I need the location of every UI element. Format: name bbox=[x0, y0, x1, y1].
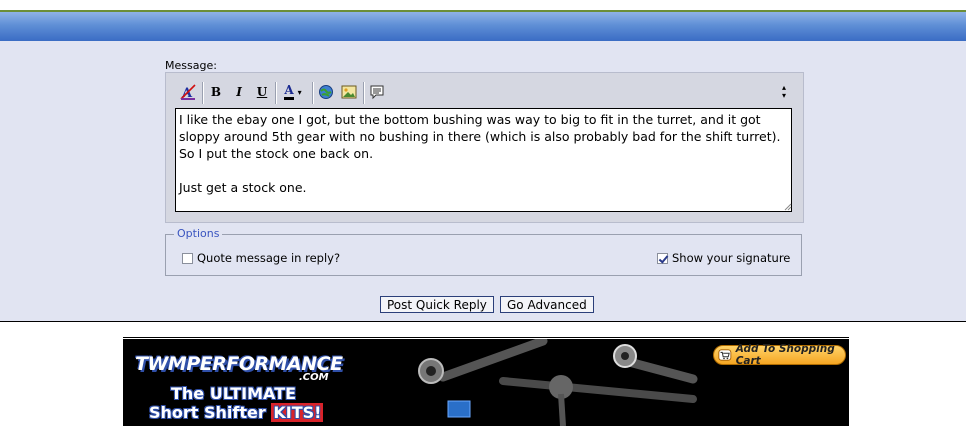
chevron-down-icon: ▾ bbox=[297, 87, 302, 97]
show-signature-label: Show your signature bbox=[672, 251, 791, 265]
message-editor: A B I U A ▾ bbox=[165, 72, 804, 223]
font-color-label: A bbox=[284, 84, 294, 100]
add-to-cart-button[interactable]: Add To Shopping Cart bbox=[713, 343, 846, 367]
go-advanced-button[interactable]: Go Advanced bbox=[500, 296, 594, 313]
textarea-resize-grip-icon[interactable] bbox=[783, 202, 792, 211]
quote-message-option[interactable]: Quote message in reply? bbox=[182, 251, 340, 265]
shopping-cart-icon bbox=[718, 349, 732, 361]
toolbar-separator bbox=[363, 82, 365, 104]
header-band bbox=[0, 12, 966, 41]
quote-message-checkbox[interactable] bbox=[182, 252, 193, 264]
add-to-cart-label: Add To Shopping Cart bbox=[735, 343, 835, 367]
banner-tagline-2: Short Shifter KITS! bbox=[149, 403, 324, 422]
resize-editor-icon[interactable]: ▴ ▾ bbox=[778, 83, 790, 101]
message-label: Message: bbox=[165, 59, 217, 72]
banner-kits-text: KITS! bbox=[271, 403, 324, 422]
editor-toolbar: A B I U A ▾ bbox=[169, 76, 800, 106]
banner-tagline-2-text: Short Shifter bbox=[149, 403, 272, 422]
message-textarea[interactable]: I like the ebay one I got, but the botto… bbox=[175, 108, 792, 212]
italic-button[interactable]: I bbox=[231, 83, 247, 101]
post-quick-reply-button[interactable]: Post Quick Reply bbox=[380, 296, 494, 313]
brand-logo-domain: .COM bbox=[299, 372, 329, 383]
banner-tagline-1: The ULTIMATE bbox=[171, 384, 297, 403]
quote-icon[interactable] bbox=[368, 83, 386, 101]
options-fieldset: Options Quote message in reply? Show you… bbox=[165, 227, 802, 276]
remove-format-icon[interactable]: A bbox=[179, 83, 197, 101]
insert-image-icon[interactable] bbox=[340, 83, 358, 101]
underline-button[interactable]: U bbox=[254, 83, 270, 101]
shifter-product-image bbox=[418, 339, 698, 426]
toolbar-separator bbox=[312, 82, 314, 104]
font-color-button[interactable]: A ▾ bbox=[280, 83, 306, 101]
bold-button[interactable]: B bbox=[208, 83, 224, 101]
toolbar-separator bbox=[275, 82, 277, 104]
options-legend: Options bbox=[174, 227, 223, 240]
insert-link-icon[interactable] bbox=[317, 83, 335, 101]
quote-message-label: Quote message in reply? bbox=[197, 251, 341, 265]
toolbar-separator bbox=[202, 82, 204, 104]
show-signature-checkbox[interactable] bbox=[657, 252, 668, 264]
show-signature-option[interactable]: Show your signature bbox=[657, 251, 790, 265]
advertisement-banner[interactable]: TWMPERFORMANCE .COM The ULTIMATE Short S… bbox=[123, 339, 849, 426]
banner-top-line bbox=[123, 337, 849, 338]
